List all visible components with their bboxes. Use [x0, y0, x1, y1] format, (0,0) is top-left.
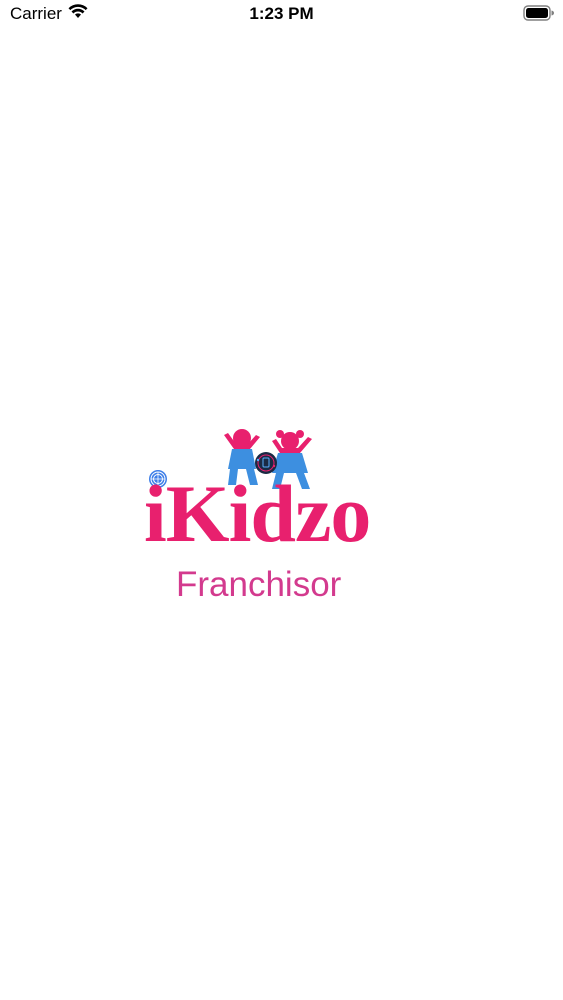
- brand-name: iKidzo: [144, 468, 371, 559]
- battery-icon: [523, 5, 555, 26]
- status-time: 1:23 PM: [249, 4, 314, 23]
- brand-subtitle: Franchisor: [176, 565, 342, 604]
- brand-logo: iKidzo Franchisor: [140, 425, 430, 610]
- splash-screen: Carrier 1:23 PM iKidzo Franchisor: [0, 0, 563, 1000]
- status-bar: Carrier 1:23 PM: [0, 0, 563, 30]
